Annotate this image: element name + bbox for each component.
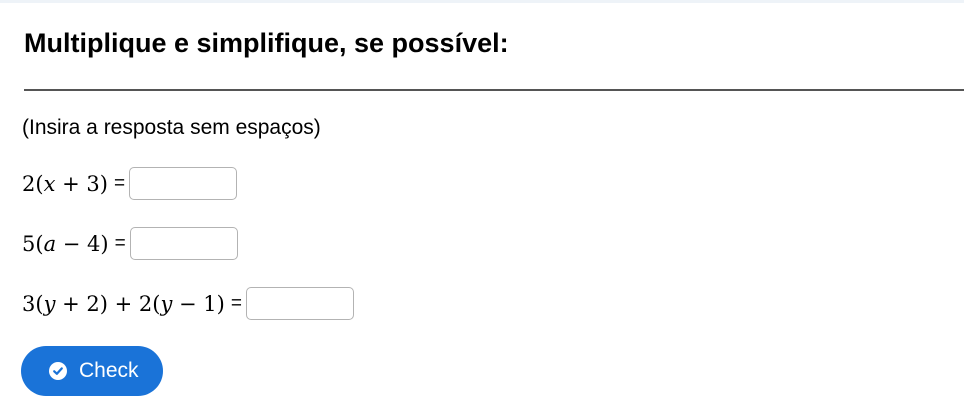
check-button[interactable]: Check xyxy=(21,346,163,396)
problem-3-equals: = xyxy=(230,292,242,314)
problem-2-equals: = xyxy=(114,232,126,254)
problem-3-answer-input[interactable] xyxy=(245,287,354,320)
problem-row-3: 3(y + 2) + 2(y − 1) = xyxy=(22,287,354,320)
check-circle-icon xyxy=(49,362,67,380)
problem-row-1: 2(x + 3) = xyxy=(22,167,238,200)
instructions-text: (Insira a resposta sem espaços) xyxy=(22,116,321,139)
title-divider xyxy=(24,89,964,91)
exercise-panel: Multiplique e simplifique, se possível: … xyxy=(0,0,964,406)
problem-1-answer-input[interactable] xyxy=(129,167,238,200)
page-title: Multiplique e simplifique, se possível: xyxy=(24,28,509,58)
problem-2-expression: 5(a − 4) xyxy=(22,231,109,256)
problem-2-answer-input[interactable] xyxy=(129,227,238,260)
problem-row-2: 5(a − 4) = xyxy=(22,227,238,260)
check-button-label: Check xyxy=(79,359,139,382)
problem-3-expression: 3(y + 2) + 2(y − 1) xyxy=(22,291,225,316)
problem-1-equals: = xyxy=(113,172,126,194)
problem-1-expression: 2(x + 3) xyxy=(22,171,108,196)
